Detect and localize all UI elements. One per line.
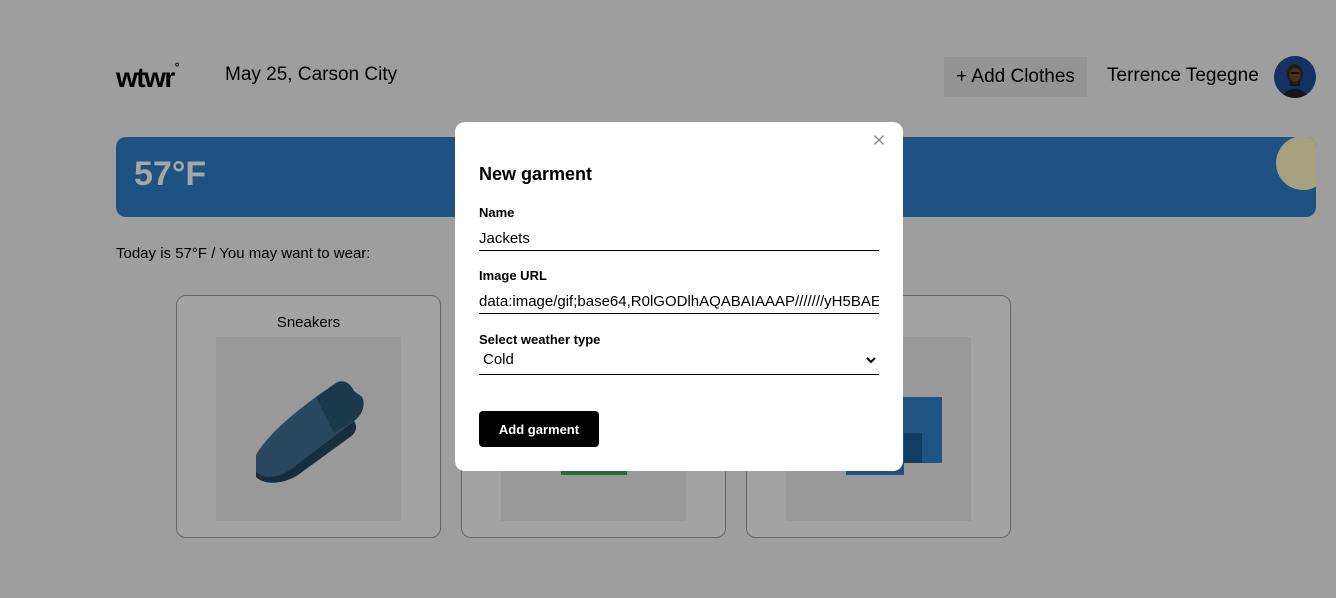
- close-icon: [874, 135, 884, 145]
- close-button[interactable]: [871, 132, 887, 148]
- weather-type-value: Cold: [483, 351, 514, 368]
- new-garment-modal: New garment Name Image URL Select weathe…: [455, 122, 903, 471]
- chevron-down-icon: [866, 357, 876, 364]
- image-url-input[interactable]: [479, 289, 879, 314]
- weather-type-label: Select weather type: [479, 332, 601, 347]
- name-label: Name: [479, 205, 515, 220]
- add-garment-button[interactable]: Add garment: [479, 411, 599, 447]
- name-input[interactable]: [479, 226, 879, 251]
- modal-title: New garment: [479, 164, 593, 184]
- image-url-label: Image URL: [479, 268, 547, 283]
- weather-type-select[interactable]: Cold: [479, 348, 879, 375]
